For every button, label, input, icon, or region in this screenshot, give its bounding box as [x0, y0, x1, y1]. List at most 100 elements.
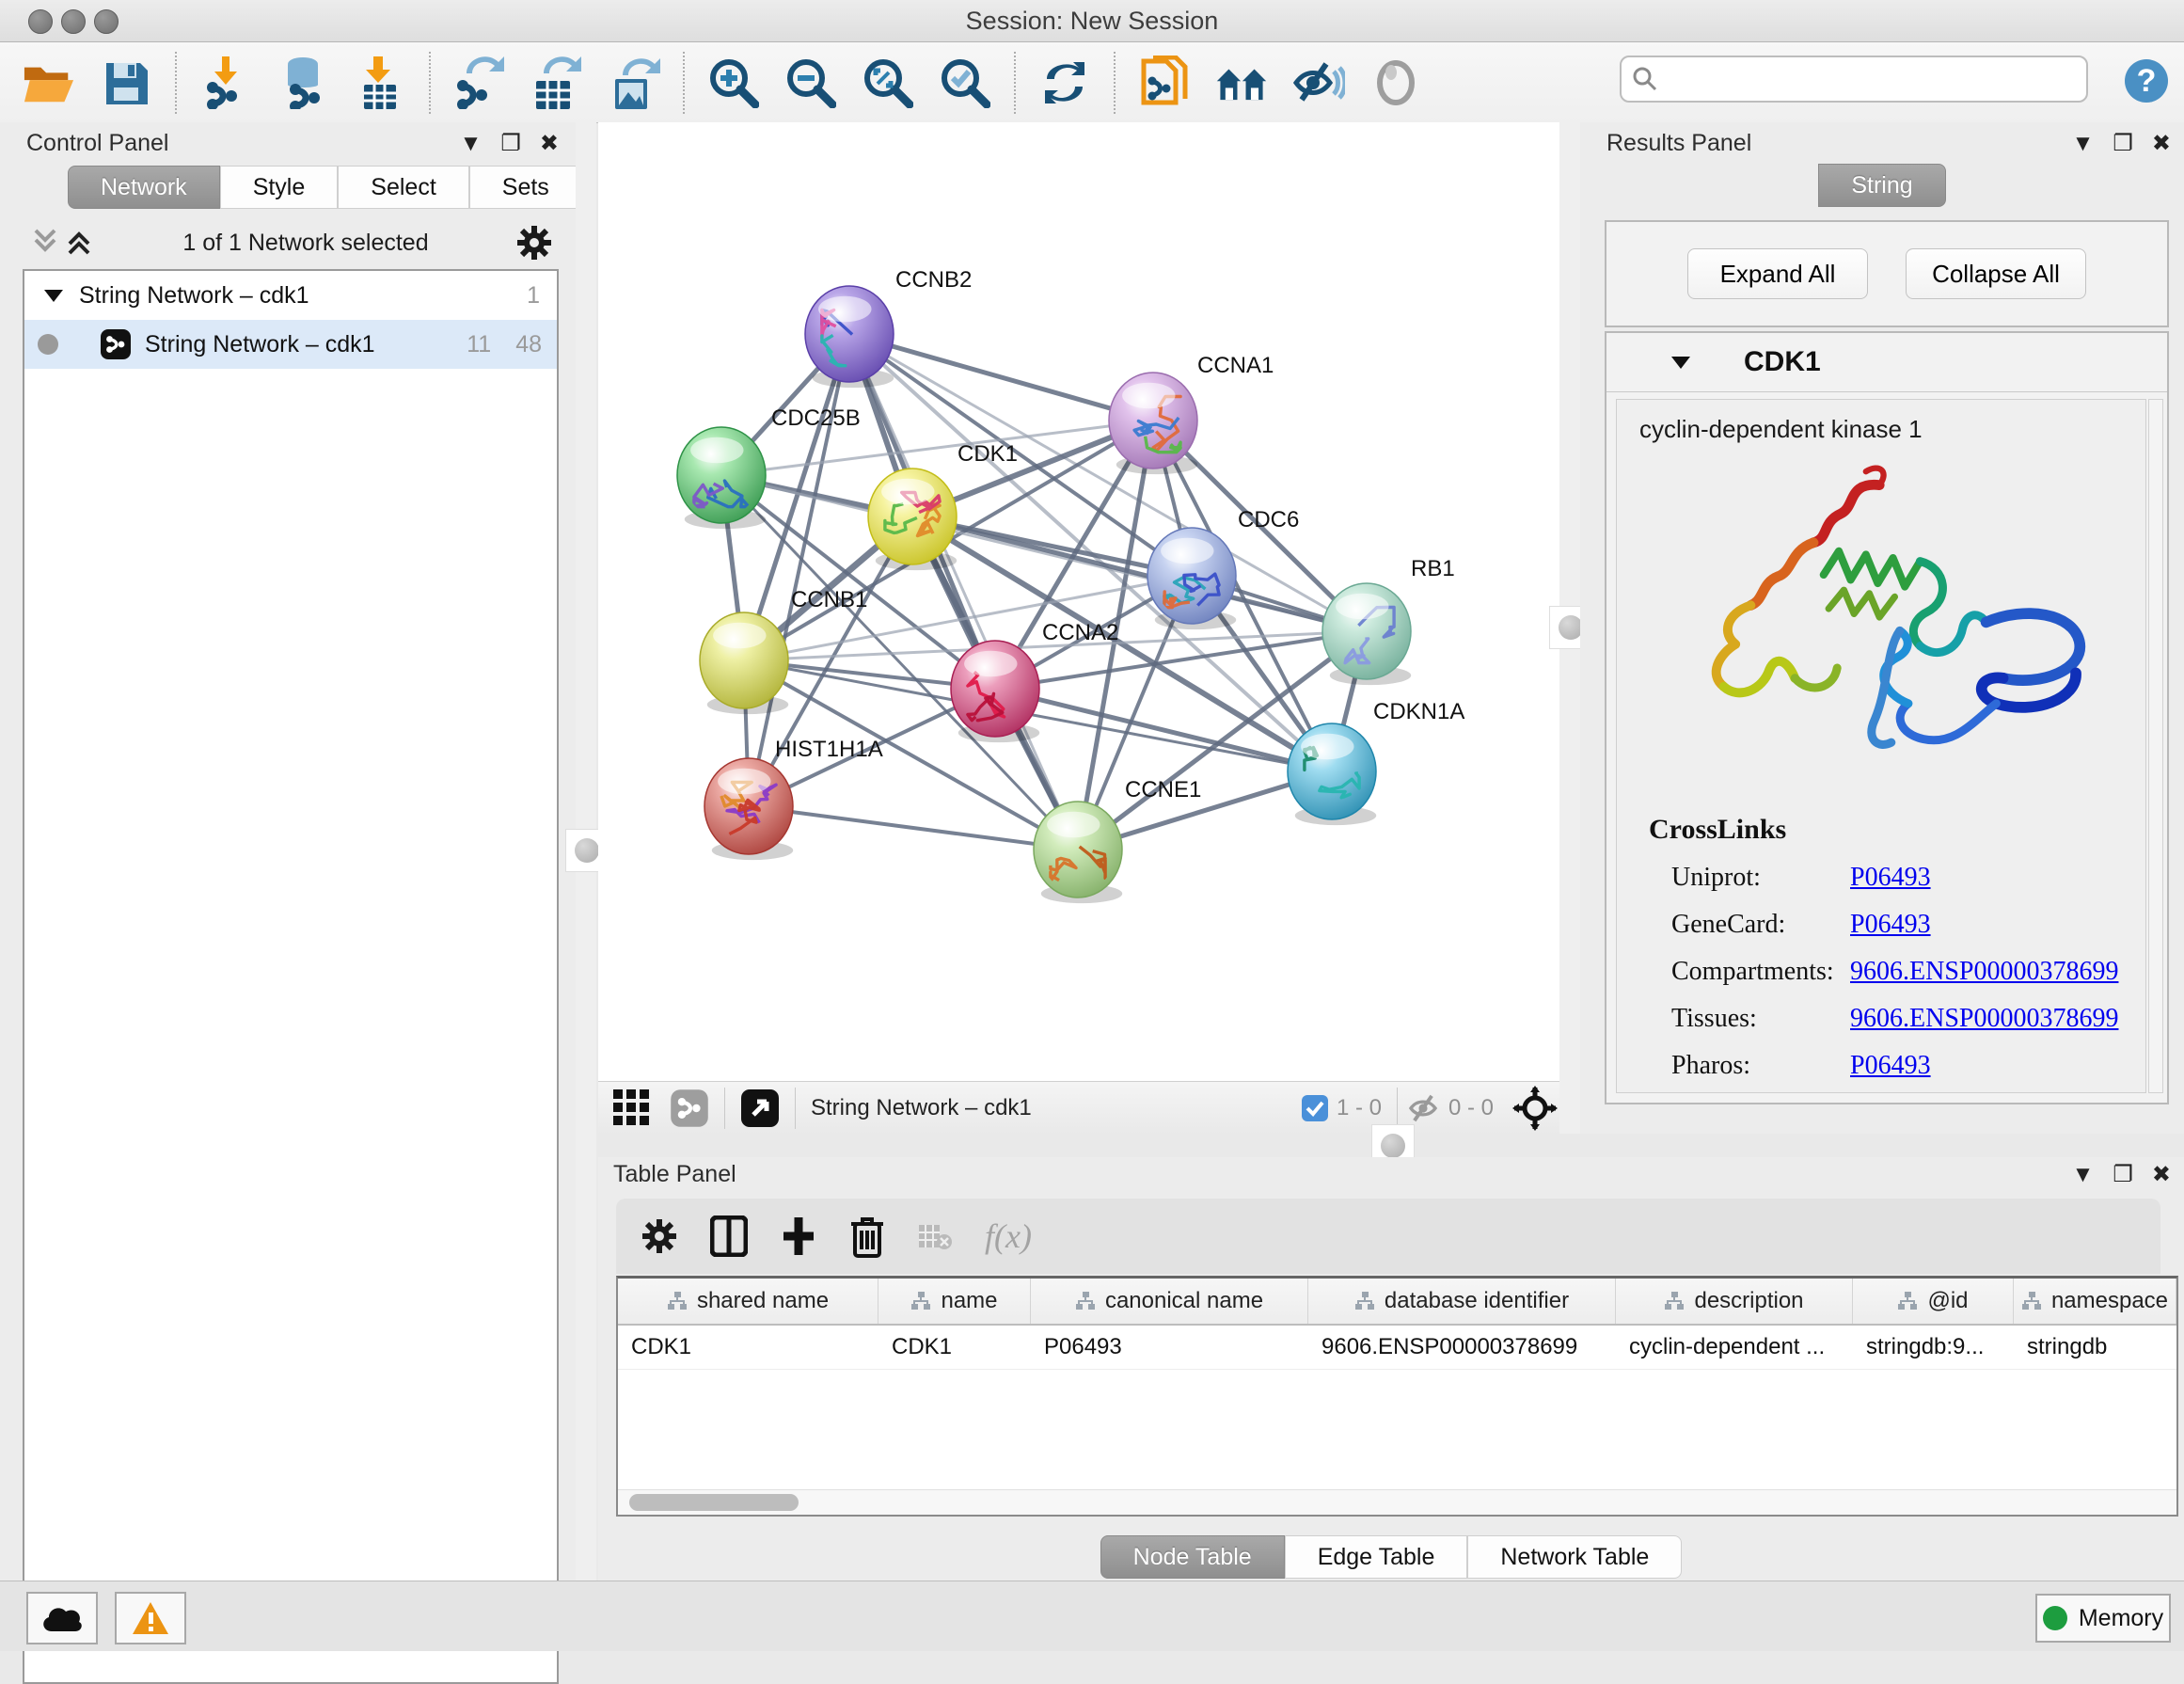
crosslink-label: Tissues:	[1671, 1004, 1850, 1034]
crosslink-pharos-link[interactable]: P06493	[1850, 1051, 1931, 1081]
left-splitter[interactable]	[576, 122, 596, 1581]
crosslink-tissues-link[interactable]: 9606.ENSP00000378699	[1850, 1004, 2118, 1034]
tab-select[interactable]: Select	[338, 166, 468, 209]
table-panel-maximize-button[interactable]: ❐	[2113, 1161, 2133, 1188]
import-table-button[interactable]	[354, 56, 406, 109]
table-options-gear-icon[interactable]	[641, 1217, 678, 1255]
control-panel-close-button[interactable]: ✖	[540, 130, 559, 157]
zoom-in-button[interactable]	[707, 56, 760, 109]
results-panel-close-button[interactable]: ✖	[2152, 130, 2171, 157]
export-network-icon	[455, 56, 504, 109]
help-button[interactable]: ?	[2120, 55, 2173, 107]
delete-column-trash-icon[interactable]	[849, 1215, 885, 1258]
tab-sets[interactable]: Sets	[469, 166, 582, 209]
warning-icon	[131, 1600, 170, 1636]
tab-style[interactable]: Style	[220, 166, 339, 209]
import-network-database-button[interactable]	[277, 56, 329, 109]
search-input[interactable]	[1669, 65, 2086, 93]
column-header-database-identifier[interactable]: database identifier	[1308, 1279, 1616, 1324]
crosslink-genecard-link[interactable]: P06493	[1850, 910, 1931, 940]
tab-edge-table[interactable]: Edge Table	[1285, 1535, 1468, 1579]
tab-network-table[interactable]: Network Table	[1467, 1535, 1682, 1579]
zoom-out-button[interactable]	[784, 56, 837, 109]
export-image-button[interactable]	[608, 56, 660, 109]
save-session-button[interactable]	[100, 56, 152, 109]
collapse-all-icon[interactable]	[28, 227, 62, 259]
crosslink-uniprot-link[interactable]: P06493	[1850, 863, 1931, 893]
crosslink-label: Pharos:	[1671, 1051, 1850, 1081]
collapse-all-button[interactable]: Collapse All	[1906, 248, 2086, 299]
column-header-id[interactable]: @id	[1853, 1279, 2014, 1324]
export-table-button[interactable]	[530, 56, 583, 109]
warnings-button[interactable]	[115, 1592, 186, 1644]
fit-content-crosshair-icon[interactable]	[1512, 1086, 1558, 1131]
horizontal-splitter[interactable]	[598, 1134, 2184, 1157]
search-box[interactable]	[1620, 56, 2088, 103]
column-header-description[interactable]: description	[1616, 1279, 1853, 1324]
node-RB1[interactable]: RB1	[1322, 556, 1455, 685]
column-header-namespace[interactable]: namespace	[2014, 1279, 2176, 1324]
results-panel-maximize-button[interactable]: ❐	[2113, 130, 2133, 157]
expand-all-icon[interactable]	[62, 227, 96, 259]
collapse-triangle-icon[interactable]	[41, 283, 66, 308]
string-document-button[interactable]	[1138, 56, 1191, 109]
tab-string-results[interactable]: String	[1818, 164, 1945, 207]
right-splitter[interactable]	[1559, 122, 1580, 1134]
add-column-icon[interactable]	[780, 1215, 817, 1257]
table-scrollbar-thumb[interactable]	[629, 1494, 799, 1511]
results-panel-float-button[interactable]: ▼	[2072, 131, 2095, 157]
node-CCNB1[interactable]: CCNB1	[700, 587, 867, 714]
network-collection-row[interactable]: String Network – cdk1 1	[24, 271, 557, 320]
hidden-eye-icon[interactable]	[1405, 1092, 1441, 1124]
show-eye-button[interactable]	[1369, 56, 1422, 109]
memory-button[interactable]: Memory	[2035, 1594, 2171, 1643]
tab-network[interactable]: Network	[68, 166, 220, 209]
show-eye-icon	[1372, 59, 1419, 106]
node-gloss	[964, 651, 1017, 677]
edge-CCNB2-CCNE1[interactable]	[849, 334, 1078, 850]
network-options-gear-icon[interactable]	[515, 224, 553, 262]
node-CDKN1A[interactable]: CDKN1A	[1288, 699, 1464, 825]
zoom-in-icon	[708, 57, 759, 108]
expand-all-button[interactable]: Expand All	[1687, 248, 1868, 299]
hide-eye-button[interactable]	[1292, 56, 1345, 109]
open-file-button[interactable]	[23, 56, 75, 109]
zoom-fit-icon	[863, 57, 913, 108]
houses-button[interactable]	[1215, 56, 1268, 109]
column-header-canonical-name[interactable]: canonical name	[1031, 1279, 1308, 1324]
cloud-button[interactable]	[26, 1592, 98, 1644]
column-header-name[interactable]: name	[878, 1279, 1031, 1324]
network-row-selected[interactable]: String Network – cdk1 11 48	[24, 320, 557, 369]
show-columns-icon[interactable]	[710, 1215, 748, 1257]
node-CDC6[interactable]: CDC6	[1147, 507, 1299, 629]
table-panel-close-button[interactable]: ✖	[2152, 1161, 2171, 1188]
string-view-icon[interactable]	[670, 1088, 709, 1128]
import-network-file-button[interactable]	[199, 56, 252, 109]
edge-HIST1H1A-CCNE1[interactable]	[749, 806, 1078, 850]
gene-collapse-triangle-icon[interactable]	[1669, 350, 1693, 374]
tab-node-table[interactable]: Node Table	[1100, 1535, 1285, 1579]
crosslink-compartments-link[interactable]: 9606.ENSP00000378699	[1850, 957, 2118, 987]
node-HIST1H1A[interactable]: HIST1H1A	[704, 737, 883, 860]
network-canvas[interactable]: CCNB2CCNA1CDC25BCDK1CDC6RB1CCNB1CCNA2CDK…	[598, 122, 1569, 1081]
export-network-button[interactable]	[453, 56, 506, 109]
control-panel-maximize-button[interactable]: ❐	[500, 130, 521, 157]
node-label-CDK1: CDK1	[957, 441, 1018, 467]
column-header-shared-name[interactable]: shared name	[618, 1279, 878, 1324]
selected-checkbox-icon[interactable]	[1301, 1094, 1329, 1122]
birdseye-view-icon[interactable]	[740, 1088, 780, 1128]
table-row[interactable]: CDK1 CDK1 P06493 9606.ENSP00000378699 cy…	[618, 1326, 2176, 1370]
results-scrollbar[interactable]	[2148, 399, 2163, 1093]
gene-header[interactable]: CDK1	[1606, 333, 2167, 392]
node-CCNE1[interactable]: CCNE1	[1034, 777, 1201, 903]
control-panel-float-button[interactable]: ▼	[460, 131, 483, 157]
zoom-fit-button[interactable]	[862, 56, 914, 109]
search-icon	[1631, 65, 1659, 93]
edge-CDK1-RB1[interactable]	[912, 516, 1367, 631]
zoom-selected-button[interactable]	[939, 56, 991, 109]
grid-view-icon[interactable]	[611, 1088, 653, 1129]
apply-layout-button[interactable]	[1038, 56, 1091, 109]
table-horizontal-scrollbar[interactable]	[618, 1489, 2176, 1515]
table-panel-float-button[interactable]: ▼	[2072, 1162, 2095, 1188]
node-label-CCNA1: CCNA1	[1197, 353, 1274, 378]
